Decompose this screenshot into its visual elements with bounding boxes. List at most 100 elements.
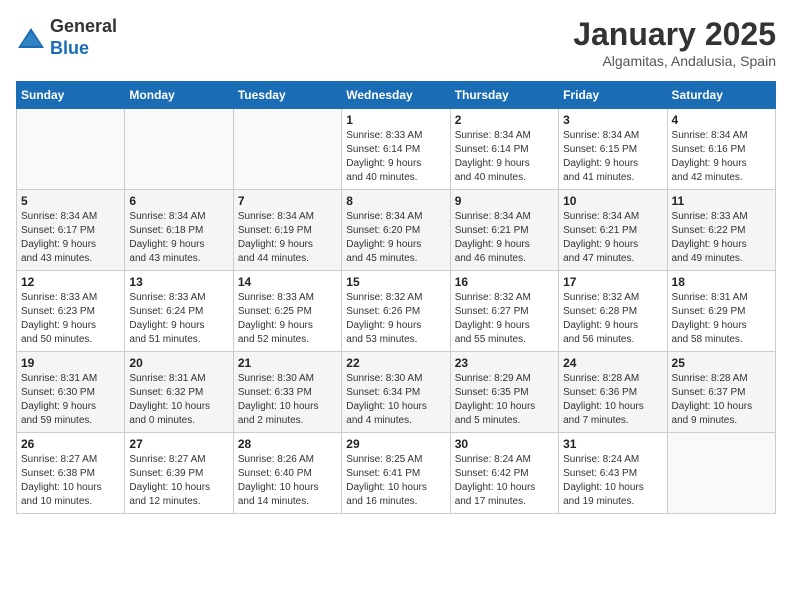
calendar-cell: 4 Sunrise: 8:34 AM Sunset: 6:16 PM Daylig…: [667, 109, 775, 190]
calendar-cell: 19 Sunrise: 8:31 AM Sunset: 6:30 PM Dayli…: [17, 352, 125, 433]
calendar-cell: 21Sunrise: 8:30 AM Sunset: 6:33 PM Dayli…: [233, 352, 341, 433]
day-info: Sunrise: 8:31 AM Sunset: 6:30 PM Dayligh…: [21, 372, 120, 428]
day-info: Sunrise: 8:31 AM Sunset: 6:32 PM Dayligh…: [129, 372, 228, 428]
calendar-cell: [17, 109, 125, 190]
day-number: 9: [455, 194, 554, 208]
calendar-cell: 17 Sunrise: 8:32 AM Sunset: 6:28 PM Dayli…: [559, 271, 667, 352]
day-number: 10: [563, 194, 662, 208]
calendar-cell: 27 Sunrise: 8:27 AM Sunset: 6:39 PM Dayli…: [125, 433, 233, 514]
day-number: 19: [21, 356, 120, 370]
calendar-cell: 29 Sunrise: 8:25 AM Sunset: 6:41 PM Dayli…: [342, 433, 450, 514]
calendar-cell: 2 Sunrise: 8:34 AM Sunset: 6:14 PM Daylig…: [450, 109, 558, 190]
calendar-week-row: 1 Sunrise: 8:33 AM Sunset: 6:14 PM Daylig…: [17, 109, 776, 190]
day-info: Sunrise: 8:33 AM Sunset: 6:25 PM Dayligh…: [238, 291, 337, 347]
day-info: Sunrise: 8:34 AM Sunset: 6:15 PM Dayligh…: [563, 129, 662, 185]
day-info: Sunrise: 8:32 AM Sunset: 6:27 PM Dayligh…: [455, 291, 554, 347]
day-info: Sunrise: 8:25 AM Sunset: 6:41 PM Dayligh…: [346, 453, 445, 509]
calendar-cell: 16Sunrise: 8:32 AM Sunset: 6:27 PM Dayli…: [450, 271, 558, 352]
weekday-header-friday: Friday: [559, 82, 667, 109]
day-info: Sunrise: 8:27 AM Sunset: 6:38 PM Dayligh…: [21, 453, 120, 509]
day-info: Sunrise: 8:28 AM Sunset: 6:36 PM Dayligh…: [563, 372, 662, 428]
calendar-cell: 26 Sunrise: 8:27 AM Sunset: 6:38 PM Dayli…: [17, 433, 125, 514]
day-number: 25: [672, 356, 771, 370]
page-header: General Blue January 2025 Algamitas, And…: [16, 16, 776, 69]
day-info: Sunrise: 8:27 AM Sunset: 6:39 PM Dayligh…: [129, 453, 228, 509]
day-number: 29: [346, 437, 445, 451]
day-number: 23: [455, 356, 554, 370]
day-info: Sunrise: 8:24 AM Sunset: 6:43 PM Dayligh…: [563, 453, 662, 509]
calendar-cell: [233, 109, 341, 190]
day-info: Sunrise: 8:34 AM Sunset: 6:16 PM Dayligh…: [672, 129, 771, 185]
logo: General Blue: [16, 16, 117, 59]
logo-icon: [16, 26, 46, 50]
calendar-cell: 18Sunrise: 8:31 AM Sunset: 6:29 PM Dayli…: [667, 271, 775, 352]
day-number: 20: [129, 356, 228, 370]
calendar-cell: 23 Sunrise: 8:29 AM Sunset: 6:35 PM Dayli…: [450, 352, 558, 433]
weekday-header-saturday: Saturday: [667, 82, 775, 109]
day-number: 21: [238, 356, 337, 370]
calendar-week-row: 19 Sunrise: 8:31 AM Sunset: 6:30 PM Dayli…: [17, 352, 776, 433]
day-info: Sunrise: 8:29 AM Sunset: 6:35 PM Dayligh…: [455, 372, 554, 428]
calendar-body: 1 Sunrise: 8:33 AM Sunset: 6:14 PM Daylig…: [17, 109, 776, 514]
day-info: Sunrise: 8:34 AM Sunset: 6:20 PM Dayligh…: [346, 210, 445, 266]
day-number: 7: [238, 194, 337, 208]
day-number: 30: [455, 437, 554, 451]
logo-general: General: [50, 16, 117, 36]
weekday-header-wednesday: Wednesday: [342, 82, 450, 109]
day-number: 1: [346, 113, 445, 127]
day-number: 17: [563, 275, 662, 289]
day-info: Sunrise: 8:32 AM Sunset: 6:26 PM Dayligh…: [346, 291, 445, 347]
day-info: Sunrise: 8:24 AM Sunset: 6:42 PM Dayligh…: [455, 453, 554, 509]
day-number: 15: [346, 275, 445, 289]
calendar-cell: 28 Sunrise: 8:26 AM Sunset: 6:40 PM Dayli…: [233, 433, 341, 514]
day-info: Sunrise: 8:32 AM Sunset: 6:28 PM Dayligh…: [563, 291, 662, 347]
day-number: 28: [238, 437, 337, 451]
day-number: 3: [563, 113, 662, 127]
calendar-cell: 6Sunrise: 8:34 AM Sunset: 6:18 PM Daylig…: [125, 190, 233, 271]
calendar-cell: 5 Sunrise: 8:34 AM Sunset: 6:17 PM Daylig…: [17, 190, 125, 271]
month-title: January 2025: [573, 16, 776, 53]
day-number: 31: [563, 437, 662, 451]
weekday-header-monday: Monday: [125, 82, 233, 109]
day-info: Sunrise: 8:26 AM Sunset: 6:40 PM Dayligh…: [238, 453, 337, 509]
day-info: Sunrise: 8:34 AM Sunset: 6:18 PM Dayligh…: [129, 210, 228, 266]
calendar-cell: 13Sunrise: 8:33 AM Sunset: 6:24 PM Dayli…: [125, 271, 233, 352]
calendar-cell: 1 Sunrise: 8:33 AM Sunset: 6:14 PM Daylig…: [342, 109, 450, 190]
calendar-week-row: 12Sunrise: 8:33 AM Sunset: 6:23 PM Dayli…: [17, 271, 776, 352]
day-number: 26: [21, 437, 120, 451]
day-info: Sunrise: 8:31 AM Sunset: 6:29 PM Dayligh…: [672, 291, 771, 347]
calendar-cell: 12Sunrise: 8:33 AM Sunset: 6:23 PM Dayli…: [17, 271, 125, 352]
calendar-cell: 3 Sunrise: 8:34 AM Sunset: 6:15 PM Daylig…: [559, 109, 667, 190]
day-info: Sunrise: 8:30 AM Sunset: 6:34 PM Dayligh…: [346, 372, 445, 428]
calendar-cell: 9Sunrise: 8:34 AM Sunset: 6:21 PM Daylig…: [450, 190, 558, 271]
calendar-cell: 14Sunrise: 8:33 AM Sunset: 6:25 PM Dayli…: [233, 271, 341, 352]
calendar-cell: 25 Sunrise: 8:28 AM Sunset: 6:37 PM Dayli…: [667, 352, 775, 433]
day-number: 2: [455, 113, 554, 127]
calendar-cell: 15 Sunrise: 8:32 AM Sunset: 6:26 PM Dayli…: [342, 271, 450, 352]
day-number: 8: [346, 194, 445, 208]
day-info: Sunrise: 8:34 AM Sunset: 6:17 PM Dayligh…: [21, 210, 120, 266]
weekday-header-tuesday: Tuesday: [233, 82, 341, 109]
day-number: 4: [672, 113, 771, 127]
day-info: Sunrise: 8:34 AM Sunset: 6:14 PM Dayligh…: [455, 129, 554, 185]
calendar-week-row: 26 Sunrise: 8:27 AM Sunset: 6:38 PM Dayli…: [17, 433, 776, 514]
day-info: Sunrise: 8:34 AM Sunset: 6:19 PM Dayligh…: [238, 210, 337, 266]
day-number: 5: [21, 194, 120, 208]
calendar-cell: 31 Sunrise: 8:24 AM Sunset: 6:43 PM Dayli…: [559, 433, 667, 514]
calendar-cell: [667, 433, 775, 514]
calendar-cell: 7 Sunrise: 8:34 AM Sunset: 6:19 PM Daylig…: [233, 190, 341, 271]
day-number: 27: [129, 437, 228, 451]
calendar-cell: 30 Sunrise: 8:24 AM Sunset: 6:42 PM Dayli…: [450, 433, 558, 514]
calendar-table: SundayMondayTuesdayWednesdayThursdayFrid…: [16, 81, 776, 514]
day-number: 22: [346, 356, 445, 370]
calendar-week-row: 5 Sunrise: 8:34 AM Sunset: 6:17 PM Daylig…: [17, 190, 776, 271]
day-info: Sunrise: 8:28 AM Sunset: 6:37 PM Dayligh…: [672, 372, 771, 428]
calendar-cell: [125, 109, 233, 190]
day-number: 24: [563, 356, 662, 370]
day-info: Sunrise: 8:33 AM Sunset: 6:23 PM Dayligh…: [21, 291, 120, 347]
day-info: Sunrise: 8:33 AM Sunset: 6:14 PM Dayligh…: [346, 129, 445, 185]
day-number: 11: [672, 194, 771, 208]
weekday-header-row: SundayMondayTuesdayWednesdayThursdayFrid…: [17, 82, 776, 109]
calendar-header: SundayMondayTuesdayWednesdayThursdayFrid…: [17, 82, 776, 109]
logo-text: General Blue: [50, 16, 117, 59]
